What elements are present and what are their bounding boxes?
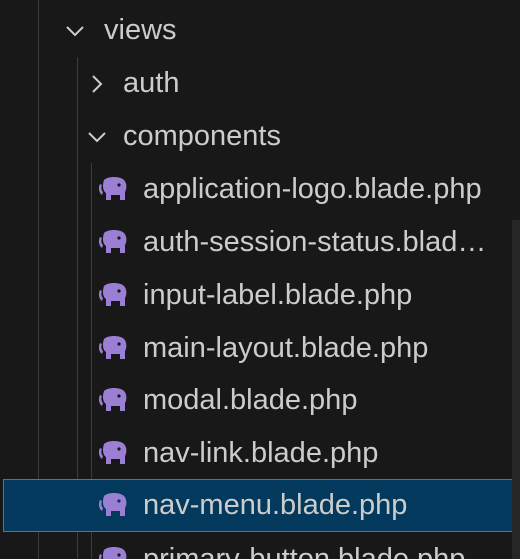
tree-file-input-label[interactable]: input-label.blade.php xyxy=(0,269,520,322)
php-elephant-icon xyxy=(98,387,130,413)
vertical-scrollbar[interactable] xyxy=(512,220,520,559)
tree-folder-views[interactable]: views xyxy=(0,4,520,57)
tree-file-label: input-label.blade.php xyxy=(143,279,413,311)
php-elephant-icon xyxy=(98,492,130,518)
chevron-down-icon xyxy=(86,126,108,148)
tree-file-nav-link[interactable]: nav-link.blade.php xyxy=(0,427,520,480)
tree-file-main-layout[interactable]: main-layout.blade.php xyxy=(0,322,520,375)
tree-file-label: application-logo.blade.php xyxy=(143,173,482,205)
tree-file-label: main-layout.blade.php xyxy=(143,332,429,364)
php-elephant-icon xyxy=(98,282,130,308)
php-elephant-icon xyxy=(98,176,130,202)
php-elephant-icon xyxy=(98,229,130,255)
tree-file-label: modal.blade.php xyxy=(143,384,358,416)
tree-folder-label: components xyxy=(123,120,281,152)
php-elephant-icon xyxy=(98,440,130,466)
php-elephant-icon xyxy=(98,546,130,559)
tree-folder-label: views xyxy=(104,14,177,46)
tree-folder-components[interactable]: components xyxy=(0,110,520,163)
tree-folder-auth[interactable]: auth xyxy=(0,57,520,110)
tree-folder-label: auth xyxy=(123,67,180,99)
tree-file-nav-menu[interactable]: nav-menu.blade.php xyxy=(3,479,520,532)
chevron-down-icon xyxy=(64,20,86,42)
file-explorer-tree: views auth components application-logo.b… xyxy=(0,0,520,559)
tree-file-auth-session-status[interactable]: auth-session-status.blad… xyxy=(0,216,520,269)
tree-file-primary-button[interactable]: primary-button.blade.php xyxy=(0,533,520,559)
tree-file-label: auth-session-status.blad… xyxy=(143,226,487,258)
tree-file-label: primary-button.blade.php xyxy=(143,543,466,559)
tree-file-label: nav-menu.blade.php xyxy=(143,489,408,521)
tree-file-application-logo[interactable]: application-logo.blade.php xyxy=(0,163,520,216)
tree-file-modal[interactable]: modal.blade.php xyxy=(0,374,520,427)
tree-file-label: nav-link.blade.php xyxy=(143,437,379,469)
php-elephant-icon xyxy=(98,335,130,361)
chevron-right-icon xyxy=(86,73,108,95)
